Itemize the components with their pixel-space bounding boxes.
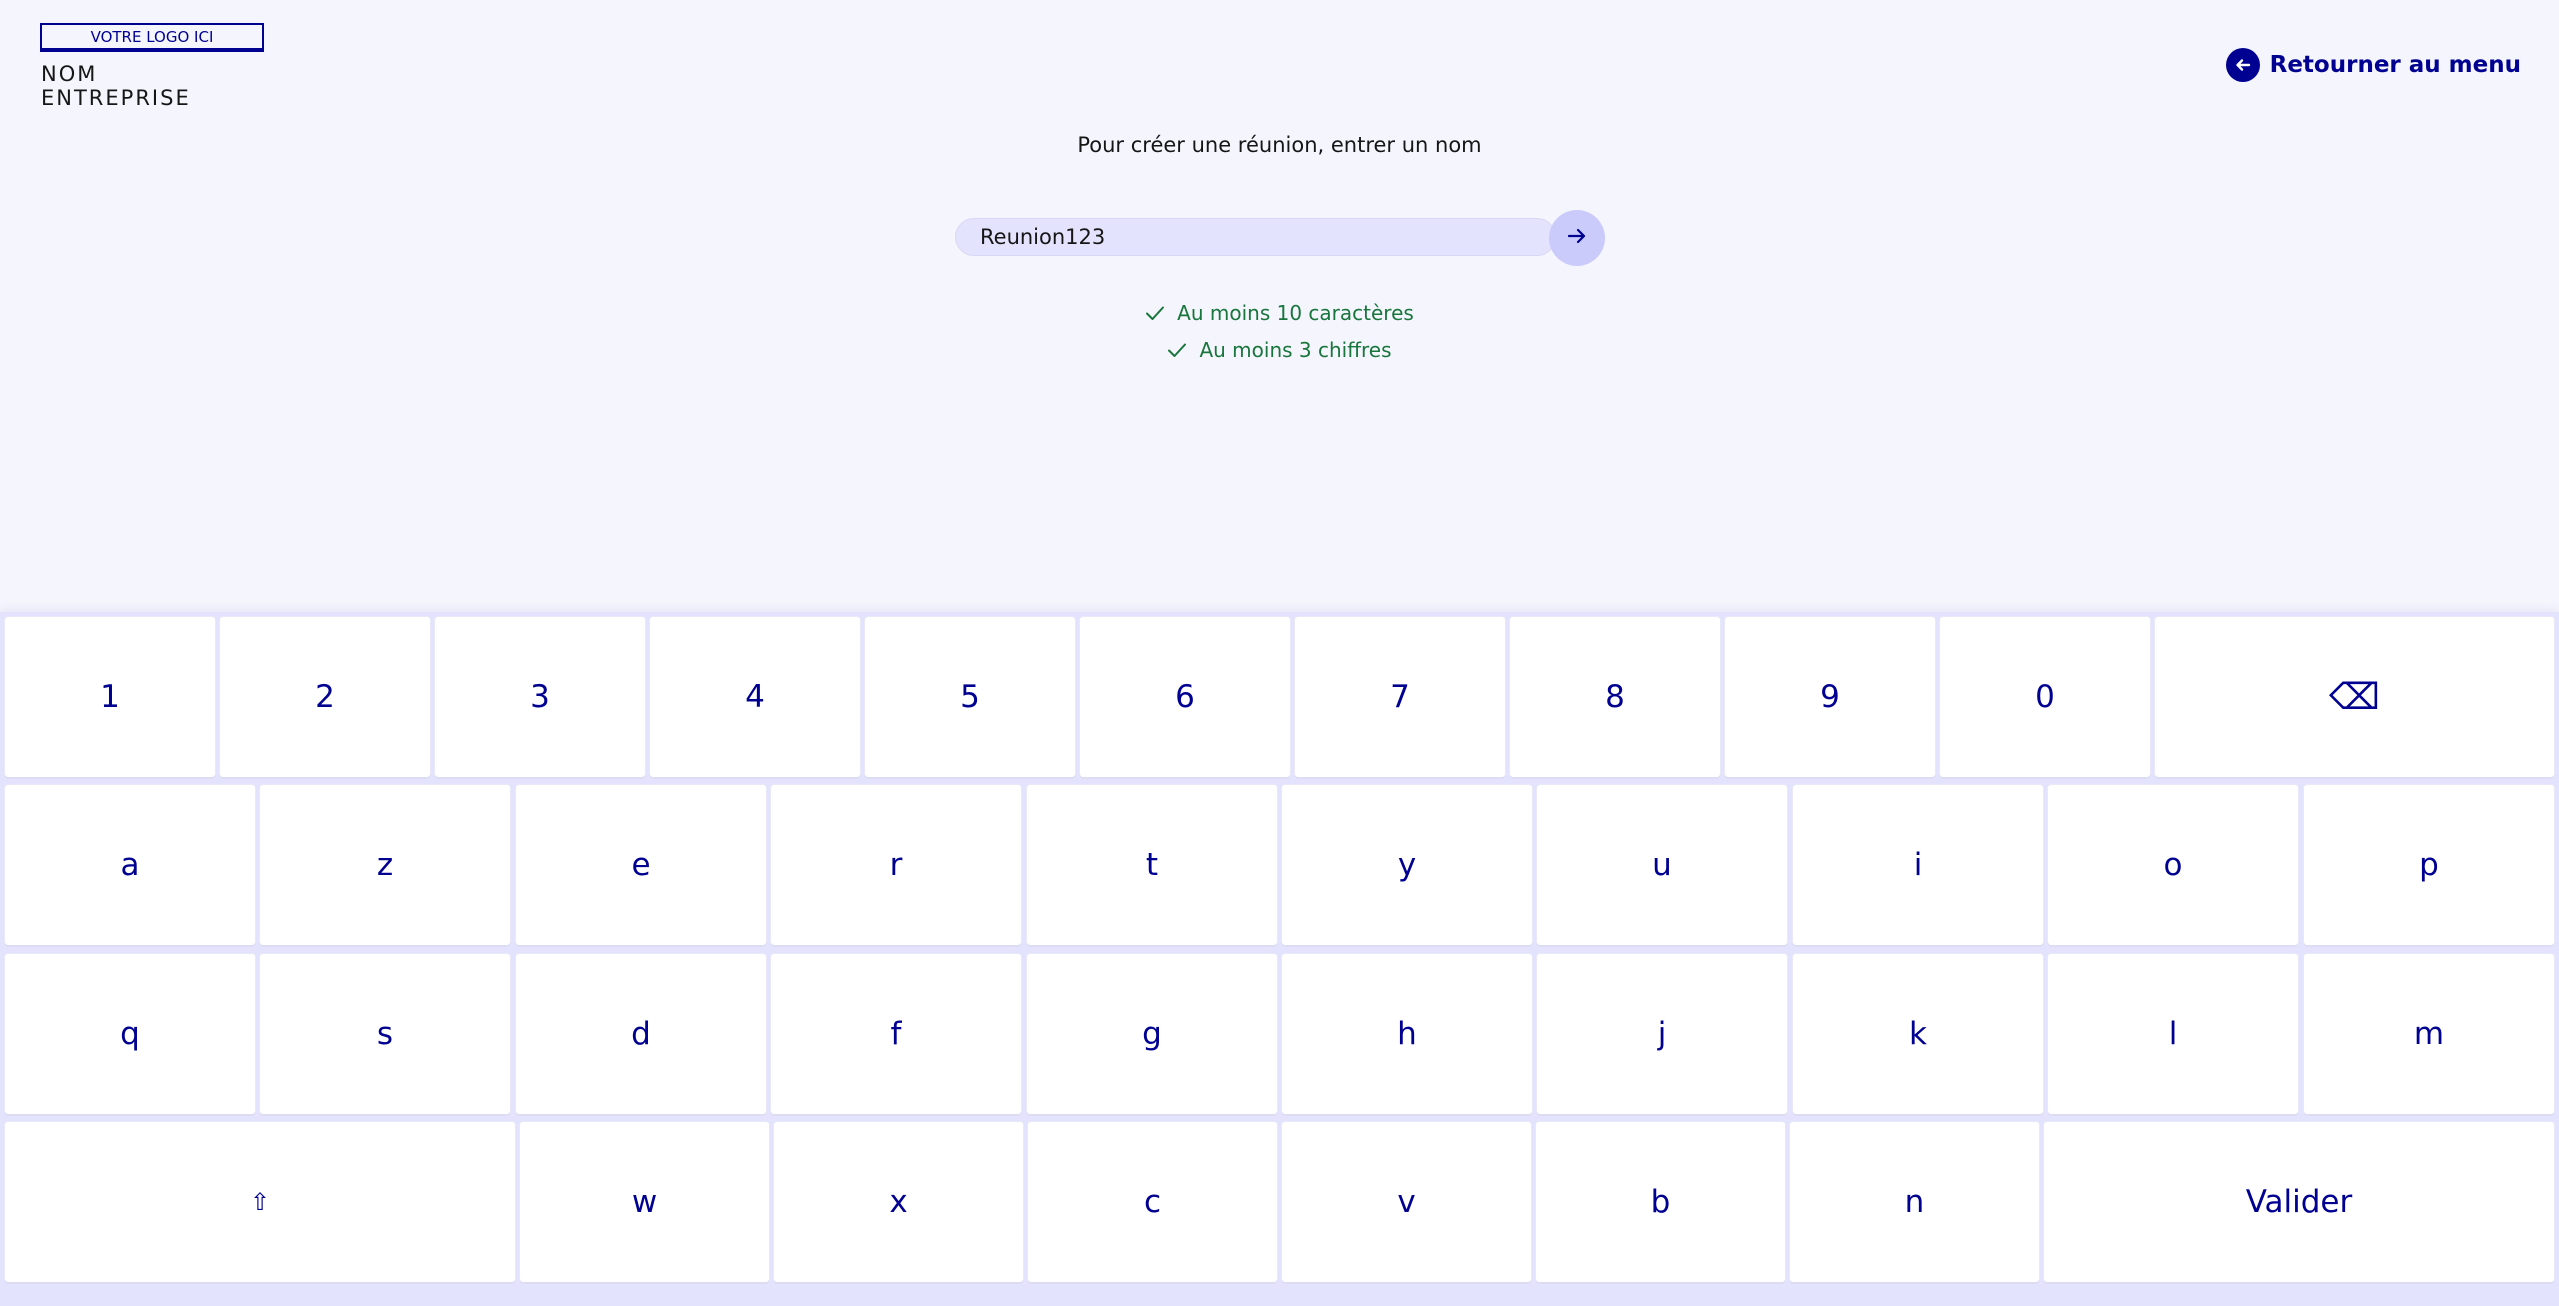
virtual-keyboard: 1 2 3 4 5 6 7 8 9 0 ⌫ a z e r t y u i o p q s d f g h j k l m ⇧ w x c v b n Va…	[0, 612, 2559, 1306]
key-v[interactable]: v	[1282, 1122, 1531, 1282]
key-m[interactable]: m	[2304, 954, 2554, 1114]
key-x[interactable]: x	[774, 1122, 1023, 1282]
key-u[interactable]: u	[1537, 785, 1787, 945]
key-c[interactable]: c	[1028, 1122, 1277, 1282]
key-y[interactable]: y	[1282, 785, 1532, 945]
company-name: NOM ENTREPRISE	[41, 62, 191, 110]
key-h[interactable]: h	[1282, 954, 1532, 1114]
key-q[interactable]: q	[5, 954, 255, 1114]
company-name-line-1: NOM	[41, 62, 98, 86]
arrow-left-circle-icon	[2225, 48, 2260, 82]
company-name-line-2: ENTREPRISE	[41, 86, 191, 110]
meeting-create-screen: VOTRE LOGO ICI NOM ENTREPRISE Retourner …	[0, 0, 2559, 1306]
key-b[interactable]: b	[1536, 1122, 1785, 1282]
key-o[interactable]: o	[2048, 785, 2298, 945]
key-t[interactable]: t	[1027, 785, 1277, 945]
key-5[interactable]: 5	[865, 617, 1075, 777]
backspace-key[interactable]: ⌫	[2155, 617, 2554, 777]
rule-min-length: Au moins 10 caractères	[0, 294, 2559, 331]
check-icon	[1146, 306, 1165, 320]
key-7[interactable]: 7	[1295, 617, 1505, 777]
key-k[interactable]: k	[1793, 954, 2043, 1114]
key-d[interactable]: d	[516, 954, 766, 1114]
key-9[interactable]: 9	[1725, 617, 1935, 777]
key-f[interactable]: f	[771, 954, 1021, 1114]
key-n[interactable]: n	[1790, 1122, 2039, 1282]
key-z[interactable]: z	[260, 785, 510, 945]
back-to-menu-label: Retourner au menu	[2269, 52, 2521, 78]
shift-key[interactable]: ⇧	[5, 1122, 515, 1282]
key-3[interactable]: 3	[435, 617, 645, 777]
key-2[interactable]: 2	[220, 617, 430, 777]
key-i[interactable]: i	[1793, 785, 2043, 945]
back-to-menu-link[interactable]: Retourner au menu	[2225, 48, 2521, 82]
meeting-name-input[interactable]	[980, 219, 1500, 255]
rule-min-digits: Au moins 3 chiffres	[0, 331, 2559, 368]
key-6[interactable]: 6	[1080, 617, 1290, 777]
key-8[interactable]: 8	[1510, 617, 1720, 777]
key-4[interactable]: 4	[650, 617, 860, 777]
key-g[interactable]: g	[1027, 954, 1277, 1114]
key-w[interactable]: w	[520, 1122, 769, 1282]
validate-key[interactable]: Valider	[2044, 1122, 2554, 1282]
key-0[interactable]: 0	[1940, 617, 2150, 777]
key-p[interactable]: p	[2304, 785, 2554, 945]
rule-min-length-label: Au moins 10 caractères	[1177, 300, 1414, 325]
arrow-right-icon	[1566, 225, 1588, 251]
submit-name-button[interactable]	[1549, 210, 1605, 266]
key-l[interactable]: l	[2048, 954, 2298, 1114]
validation-rules: Au moins 10 caractères Au moins 3 chiffr…	[0, 294, 2559, 368]
key-1[interactable]: 1	[5, 617, 215, 777]
check-icon	[1168, 343, 1187, 357]
meeting-name-prompt: Pour créer une réunion, entrer un nom	[1077, 133, 1482, 157]
key-s[interactable]: s	[260, 954, 510, 1114]
logo-placeholder: VOTRE LOGO ICI	[40, 23, 264, 52]
rule-min-digits-label: Au moins 3 chiffres	[1199, 337, 1392, 362]
meeting-name-field	[955, 218, 1556, 256]
key-j[interactable]: j	[1537, 954, 1787, 1114]
key-e[interactable]: e	[516, 785, 766, 945]
key-r[interactable]: r	[771, 785, 1021, 945]
key-a[interactable]: a	[5, 785, 255, 945]
